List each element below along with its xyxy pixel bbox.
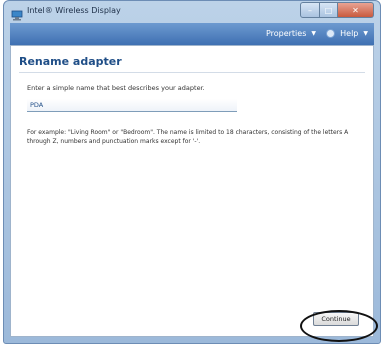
minimize-button[interactable]: –	[300, 2, 320, 18]
title-bar[interactable]: Intel® Wireless Display – □ ✕	[4, 1, 380, 23]
chevron-down-icon: ▼	[311, 30, 316, 37]
divider	[19, 72, 365, 73]
close-button[interactable]: ✕	[338, 2, 374, 18]
minimize-icon: –	[308, 5, 312, 15]
page-title: Rename adapter	[19, 55, 122, 68]
window-title: Intel® Wireless Display	[27, 6, 121, 15]
help-circle-icon	[326, 29, 336, 38]
properties-menu-label: Properties	[265, 29, 307, 38]
app-window: Intel® Wireless Display – □ ✕ Properties…	[3, 0, 381, 344]
maximize-button[interactable]: □	[320, 2, 338, 18]
continue-button[interactable]: Continue	[313, 312, 359, 326]
close-icon: ✕	[352, 5, 359, 15]
properties-menu[interactable]: Properties ▼	[266, 29, 316, 38]
chevron-down-icon: ▼	[363, 30, 368, 37]
content-panel: Rename adapter Enter a simple name that …	[10, 45, 374, 337]
window-controls: – □ ✕	[300, 2, 374, 18]
help-menu[interactable]: Help ▼	[326, 29, 368, 38]
wireless-display-icon	[11, 6, 23, 21]
maximize-icon: □	[324, 5, 333, 15]
adapter-name-input[interactable]	[27, 99, 237, 112]
example-text: For example: "Living Room" or "Bedroom".…	[27, 129, 349, 145]
menu-bar: Properties ▼ Help ▼	[10, 23, 374, 45]
instruction-text: Enter a simple name that best describes …	[27, 84, 205, 92]
help-menu-label: Help	[340, 29, 359, 38]
